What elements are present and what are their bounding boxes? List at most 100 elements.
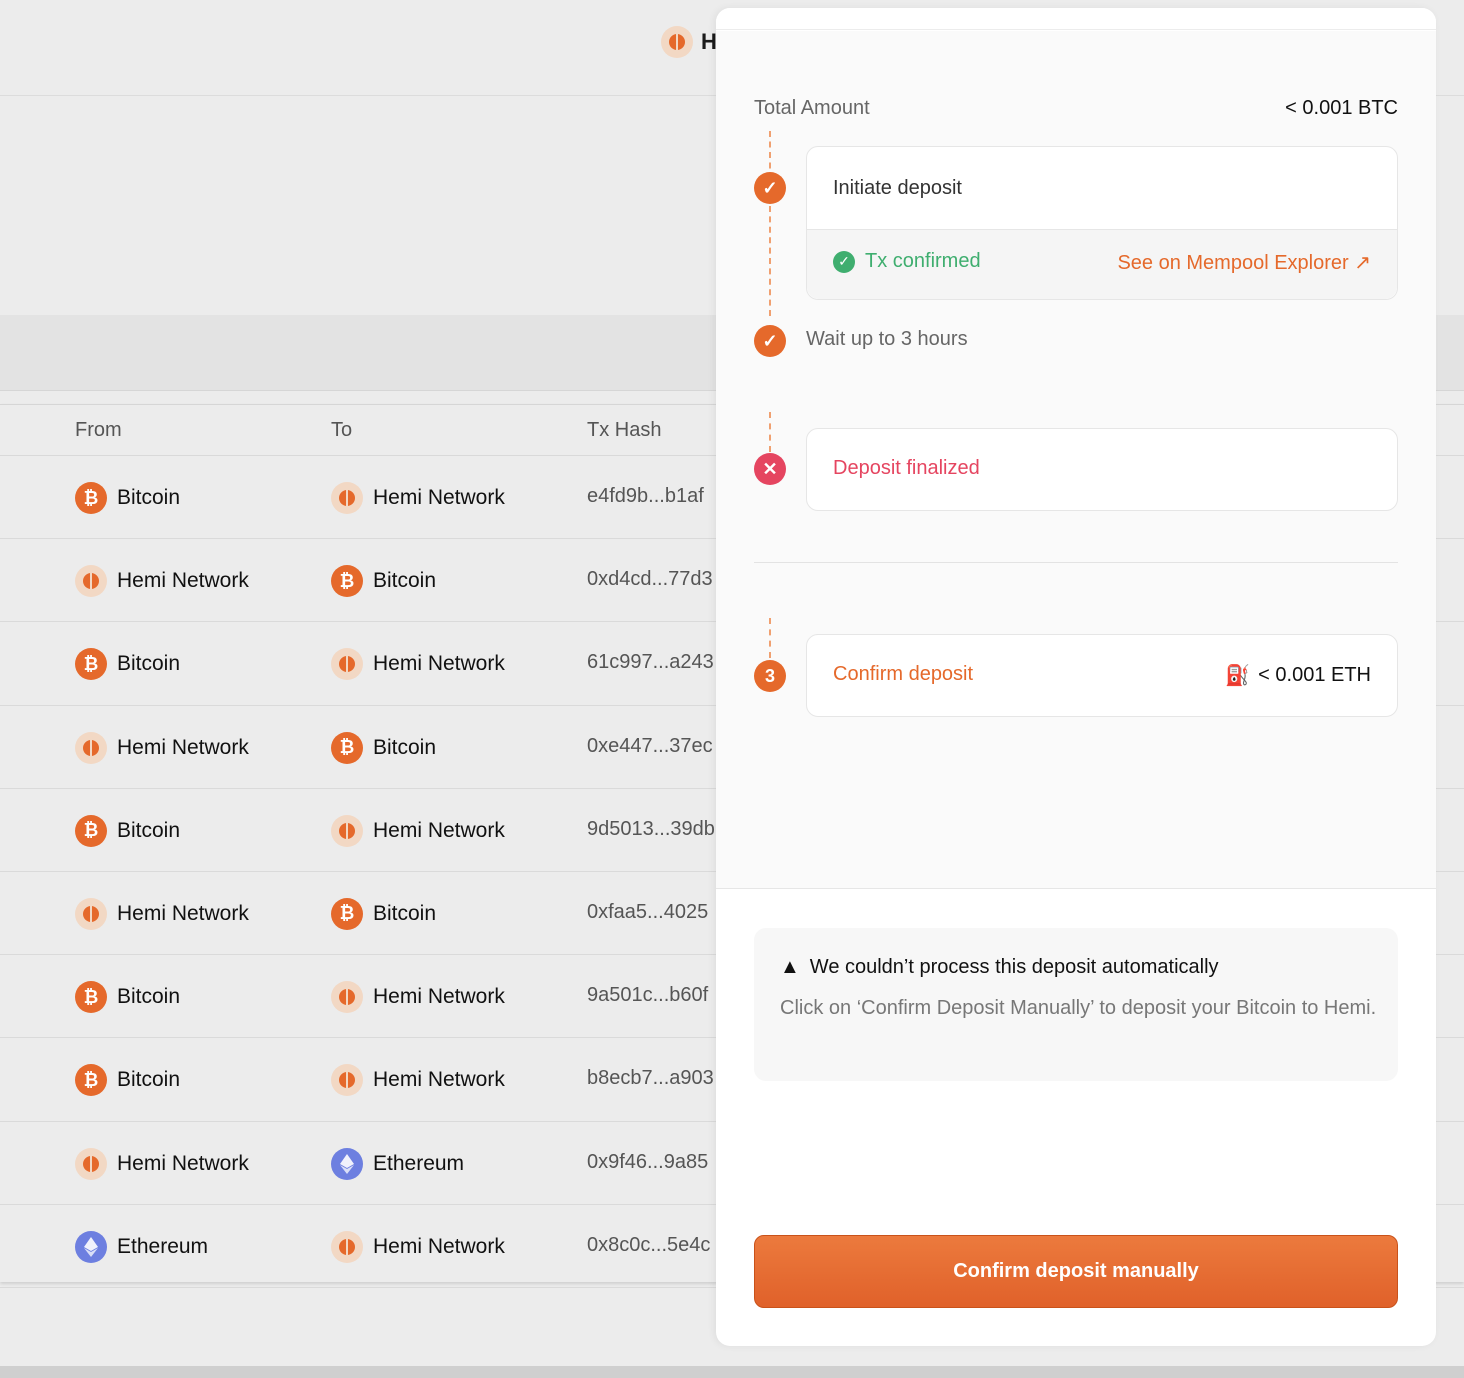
to-chain: Ethereum (373, 1151, 465, 1175)
to-cell: Hemi Network (331, 814, 505, 847)
wait-label: Wait up to 3 hours (806, 328, 968, 350)
hemi-icon (331, 1064, 363, 1097)
tx-hash[interactable]: 0xfaa5...4025 (587, 901, 708, 924)
step-number-badge: 3 (754, 660, 786, 692)
from-chain: Bitcoin (117, 1068, 181, 1092)
bitcoin-icon: ₿ (75, 814, 107, 847)
to-chain: Hemi Network (373, 818, 505, 842)
initiate-deposit-title: Initiate deposit (833, 177, 962, 199)
tx-hash[interactable]: 0xd4cd...77d3 (587, 568, 713, 591)
step-connector (769, 618, 771, 658)
gas-fee-value: < 0.001 ETH (1258, 664, 1371, 686)
bitcoin-icon: ₿ (331, 731, 363, 764)
step-connector (769, 412, 771, 452)
from-cell: Hemi Network (75, 565, 249, 598)
to-chain: Bitcoin (373, 901, 437, 925)
hemi-icon (75, 731, 107, 764)
ethereum-icon (331, 1147, 363, 1180)
tx-hash[interactable]: 0x9f46...9a85 (587, 1151, 708, 1174)
to-cell: ₿ Bitcoin (331, 565, 437, 598)
tx-status-row: ✓ Tx confirmed See on Mempool Explorer ↗ (807, 229, 1397, 299)
tx-confirmed-status: ✓ Tx confirmed (833, 250, 981, 273)
from-cell: ₿ Bitcoin (75, 648, 180, 681)
initiate-deposit-card: Initiate deposit ✓ Tx confirmed See on M… (806, 146, 1398, 300)
bitcoin-icon: ₿ (331, 565, 363, 598)
gas-fee: ⛽ < 0.001 ETH (1225, 663, 1371, 688)
deposit-drawer: Total Amount < 0.001 BTC ✓ Initiate depo… (716, 8, 1436, 1346)
hemi-icon (75, 565, 107, 598)
total-amount-value: < 0.001 BTC (1285, 97, 1398, 119)
error-x-icon: ✕ (754, 453, 786, 485)
confirm-deposit-manually-button[interactable]: Confirm deposit manually (754, 1235, 1398, 1308)
gas-pump-icon: ⛽ (1225, 665, 1251, 687)
mempool-explorer-link[interactable]: See on Mempool Explorer ↗ (1117, 250, 1371, 275)
bitcoin-icon: ₿ (75, 1064, 107, 1097)
to-chain: Bitcoin (373, 735, 437, 759)
from-chain: Bitcoin (117, 985, 181, 1009)
from-cell: ₿ Bitcoin (75, 981, 181, 1014)
tx-hash[interactable]: e4fd9b...b1af (587, 485, 704, 508)
to-cell: Hemi Network (331, 648, 505, 681)
tx-hash[interactable]: 9a501c...b60f (587, 984, 708, 1007)
from-chain: Hemi Network (117, 735, 249, 759)
from-cell: Hemi Network (75, 731, 249, 764)
total-amount-label: Total Amount (754, 97, 870, 119)
warning-title-row: ▲ We couldn’t process this deposit autom… (780, 956, 1219, 979)
tx-hash[interactable]: 0x8c0c...5e4c (587, 1234, 710, 1257)
to-cell: Hemi Network (331, 482, 505, 514)
check-circle-icon: ✓ (833, 250, 855, 273)
to-cell: ₿ Bitcoin (331, 731, 437, 764)
from-cell: ₿ Bitcoin (75, 482, 180, 514)
to-chain: Hemi Network (373, 985, 505, 1009)
from-cell: ₿ Bitcoin (75, 814, 180, 847)
from-cell: ₿ Bitcoin (75, 1064, 181, 1097)
deposit-finalized-title: Deposit finalized (833, 457, 980, 479)
to-cell: ₿ Bitcoin (331, 897, 437, 930)
to-chain: Hemi Network (373, 1068, 505, 1092)
from-chain: Bitcoin (117, 486, 181, 509)
bitcoin-icon: ₿ (75, 482, 107, 514)
to-chain: Hemi Network (373, 652, 505, 676)
from-cell: Hemi Network (75, 897, 249, 930)
confirm-deposit-title: Confirm deposit (833, 663, 974, 685)
tx-hash[interactable]: b8ecb7...a903 (587, 1067, 714, 1090)
to-cell: Hemi Network (331, 1064, 505, 1097)
drawer-header (716, 8, 1436, 30)
to-cell: Hemi Network (331, 981, 505, 1014)
hemi-icon (75, 897, 107, 930)
to-cell: Ethereum (331, 1147, 465, 1180)
bitcoin-icon: ₿ (331, 897, 363, 930)
hemi-icon (331, 1230, 363, 1263)
from-cell: Hemi Network (75, 1147, 249, 1180)
from-chain: Hemi Network (117, 1151, 249, 1175)
hemi-icon (331, 814, 363, 847)
hemi-icon (331, 648, 363, 681)
ethereum-icon (75, 1230, 107, 1263)
hemi-icon (75, 1147, 107, 1180)
warning-triangle-icon: ▲ (780, 956, 800, 978)
page-bottom (0, 1366, 1464, 1378)
bitcoin-icon: ₿ (75, 648, 107, 681)
tx-confirmed-label: Tx confirmed (865, 250, 981, 272)
column-header-tx-hash: Tx Hash (587, 419, 662, 441)
to-chain: Bitcoin (373, 569, 437, 593)
to-chain: Hemi Network (373, 1234, 505, 1258)
from-chain: Hemi Network (117, 901, 249, 925)
check-icon: ✓ (754, 325, 786, 357)
column-header-from: From (75, 419, 122, 441)
tx-hash[interactable]: 0xe447...37ec (587, 735, 713, 758)
column-header-to: To (331, 419, 353, 441)
hemi-icon (331, 482, 363, 514)
to-cell: Hemi Network (331, 1230, 505, 1263)
step-connector (769, 206, 771, 316)
from-chain: Ethereum (117, 1234, 209, 1258)
check-icon: ✓ (754, 172, 786, 204)
hemi-logo-icon (661, 26, 693, 58)
from-chain: Hemi Network (117, 569, 249, 593)
hemi-icon (331, 981, 363, 1014)
tx-hash[interactable]: 9d5013...39db (587, 818, 715, 841)
tx-hash[interactable]: 61c997...a243 (587, 651, 714, 674)
to-chain: Hemi Network (373, 486, 505, 509)
drawer-body: Total Amount < 0.001 BTC ✓ Initiate depo… (716, 31, 1436, 889)
warning-title: We couldn’t process this deposit automat… (809, 956, 1219, 978)
